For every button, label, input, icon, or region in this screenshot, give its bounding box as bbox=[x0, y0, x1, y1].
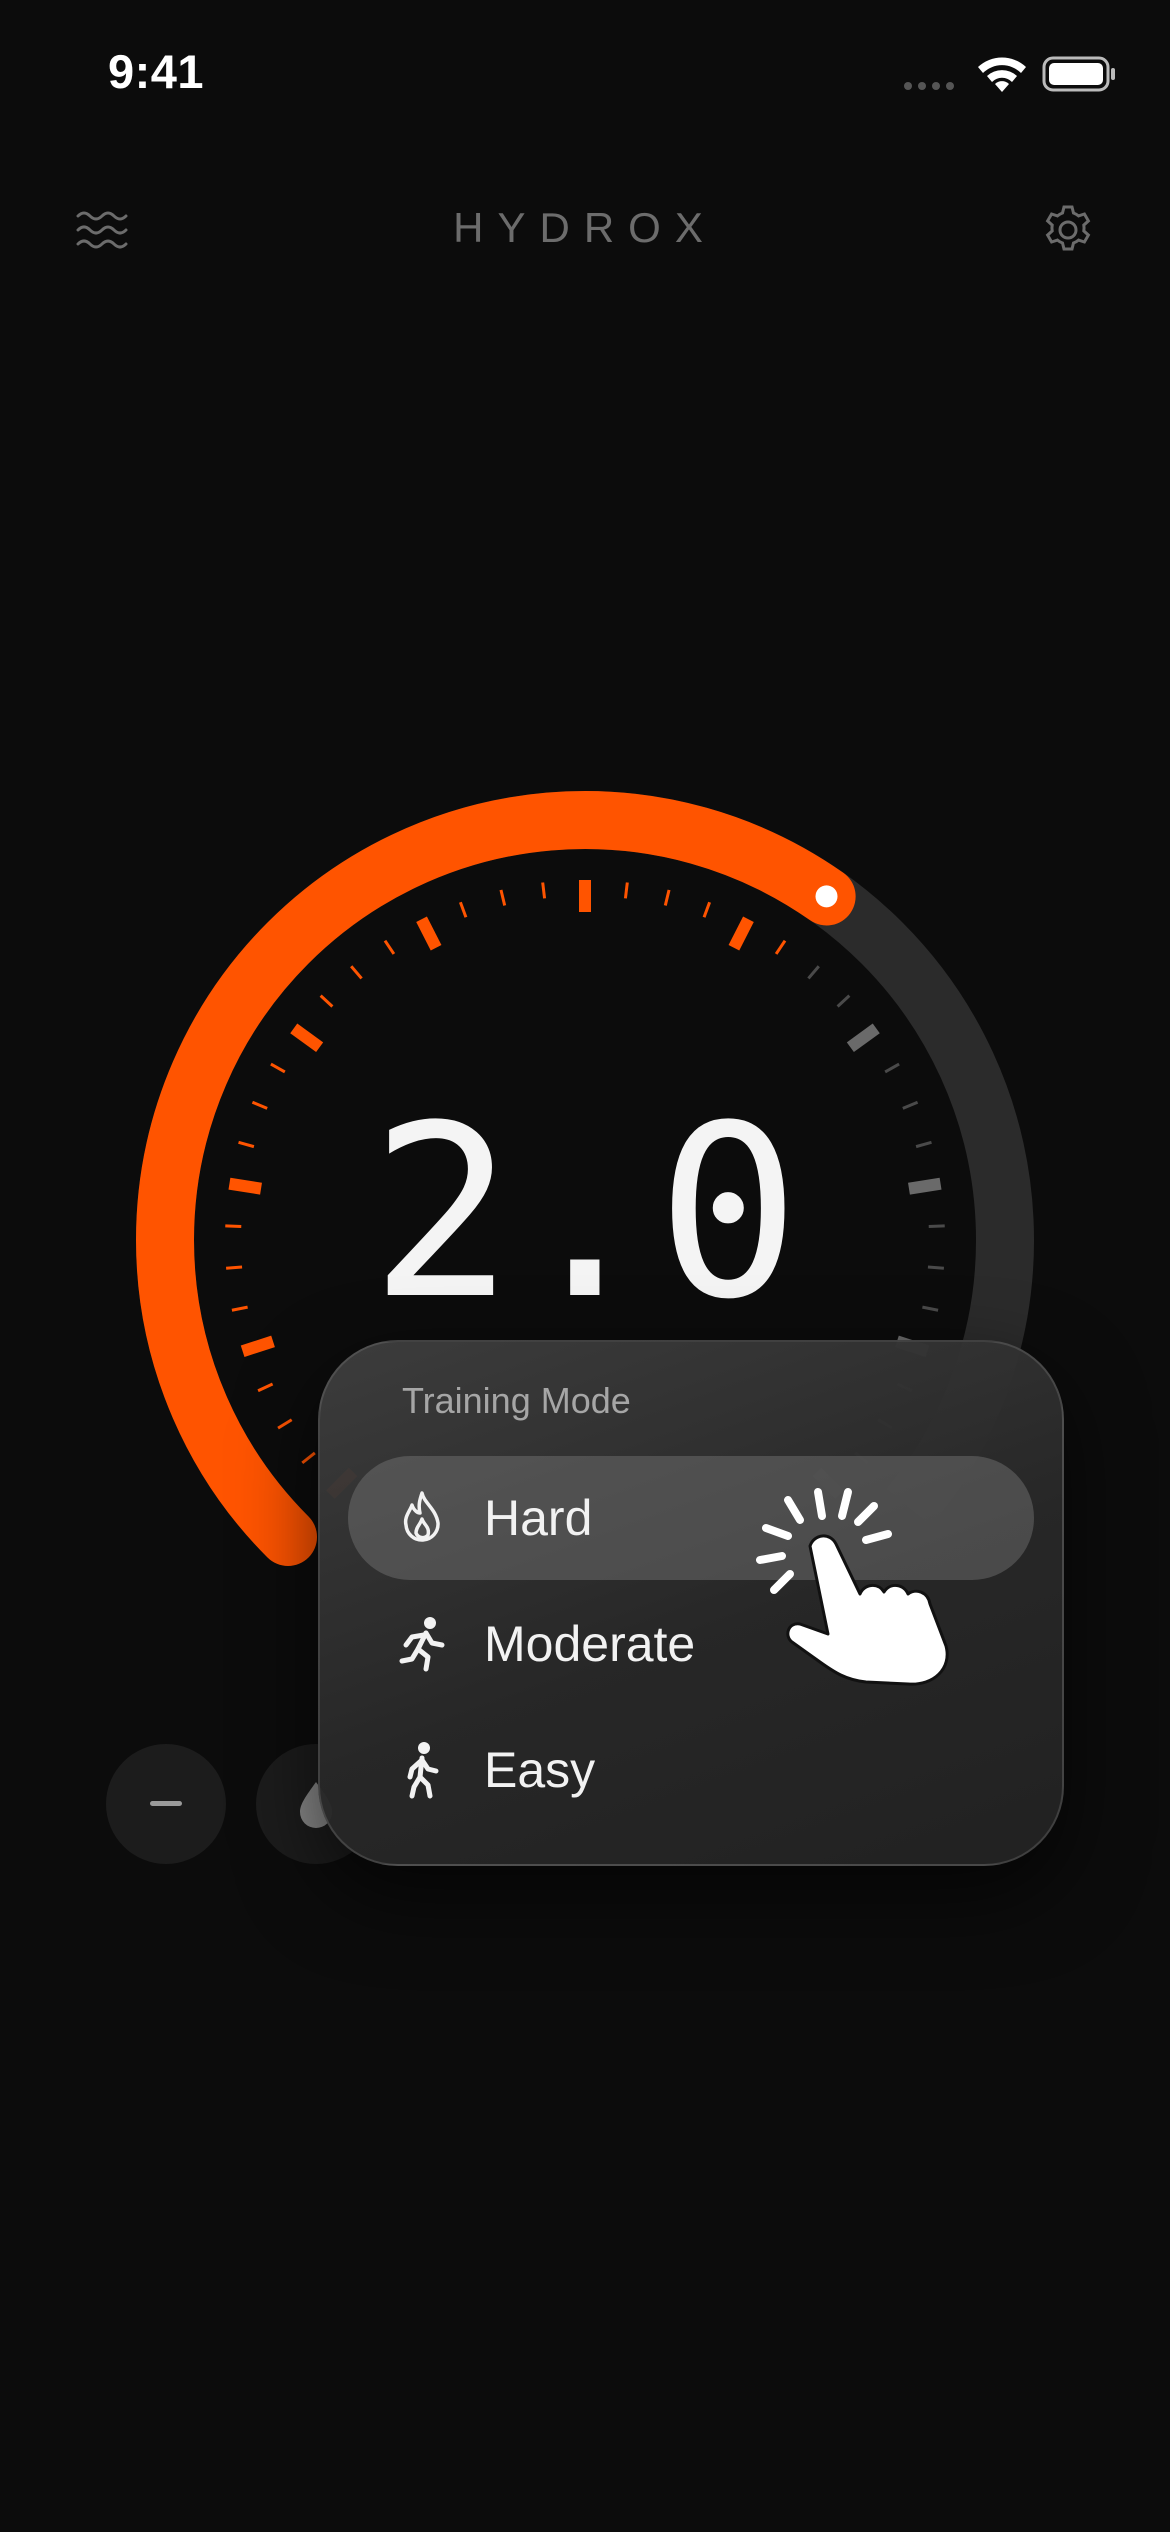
menu-title: Training Mode bbox=[402, 1380, 631, 1421]
gauge-knob bbox=[815, 885, 838, 908]
running-icon bbox=[392, 1614, 452, 1674]
menu-item-label: Moderate bbox=[484, 1616, 696, 1672]
gauge-minor-tick bbox=[319, 994, 334, 1008]
gauge-minor-tick bbox=[301, 1451, 316, 1465]
gauge-minor-tick bbox=[836, 994, 851, 1008]
minus-icon bbox=[150, 1801, 182, 1806]
gauge-minor-tick bbox=[270, 1062, 286, 1074]
decrease-button[interactable] bbox=[106, 1744, 226, 1864]
gauge-minor-tick bbox=[257, 1382, 274, 1393]
gauge-minor-tick bbox=[774, 939, 787, 955]
gauge-minor-tick bbox=[541, 882, 547, 899]
gauge-major-tick bbox=[416, 916, 442, 951]
menu-item-label: Easy bbox=[484, 1742, 596, 1798]
gauge-minor-tick bbox=[458, 901, 468, 918]
gauge-minor-tick bbox=[663, 889, 671, 906]
gauge-major-tick bbox=[728, 916, 754, 951]
menu-item-label: Hard bbox=[484, 1490, 593, 1546]
gauge-minor-tick bbox=[623, 882, 629, 899]
gauge-major-tick bbox=[846, 1023, 880, 1053]
gauge-minor-tick bbox=[383, 939, 396, 955]
gauge-minor-tick bbox=[702, 901, 712, 918]
gauge-major-tick bbox=[240, 1335, 275, 1357]
gauge-minor-tick bbox=[807, 965, 820, 980]
gauge-minor-tick bbox=[884, 1062, 900, 1074]
gauge-major-tick bbox=[290, 1023, 324, 1053]
gauge-minor-tick bbox=[350, 965, 363, 980]
flame-icon bbox=[392, 1488, 452, 1548]
walking-icon bbox=[392, 1740, 452, 1800]
gauge-minor-tick bbox=[277, 1418, 293, 1430]
menu-item-easy[interactable]: Easy bbox=[348, 1708, 1034, 1832]
gauge-minor-tick bbox=[499, 889, 507, 906]
tap-gesture-hand-icon bbox=[756, 1488, 949, 1686]
intensity-value: 2.0 bbox=[370, 1075, 800, 1352]
